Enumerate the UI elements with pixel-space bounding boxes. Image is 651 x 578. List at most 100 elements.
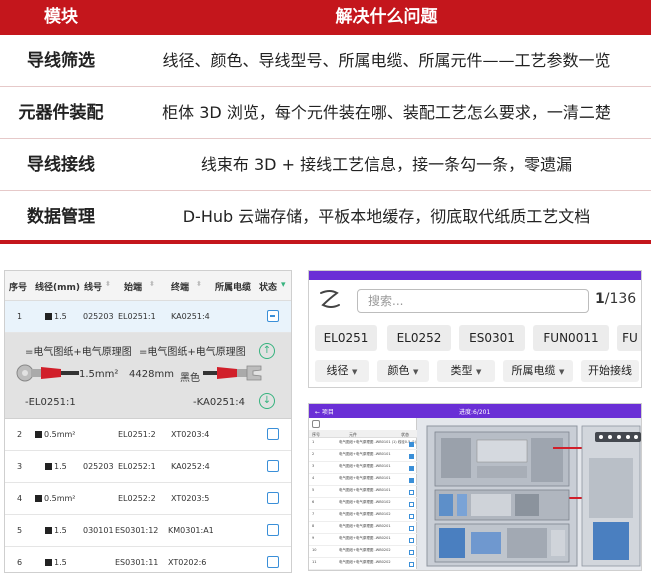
item-checkbox[interactable] bbox=[409, 526, 414, 531]
fork-terminal-icon bbox=[203, 365, 262, 381]
col-cable[interactable]: 所属电缆 bbox=[215, 280, 251, 293]
col-state: 状态 bbox=[401, 432, 409, 437]
black-swatch-icon bbox=[35, 431, 42, 438]
row-checkbox[interactable] bbox=[267, 492, 279, 504]
row-wire: 025203 bbox=[83, 312, 114, 321]
item-checkbox[interactable] bbox=[409, 502, 414, 507]
row-size: 0.5mm² bbox=[35, 494, 76, 503]
item-checkbox[interactable] bbox=[409, 562, 414, 567]
back-button[interactable]: ← 项目 bbox=[315, 407, 334, 416]
arrow-up-icon[interactable]: ↑ bbox=[259, 343, 275, 359]
row-to: XT0202:6 bbox=[168, 558, 207, 567]
table-row[interactable]: 3 1.5 025203 EL0252:1 KA0252:4 bbox=[5, 451, 291, 483]
sort-arrows-icon[interactable]: ⬍ bbox=[149, 280, 155, 288]
item-checkbox[interactable] bbox=[409, 478, 414, 483]
list-item[interactable]: 1 电气图纸+电气原理图 -WB0101 (1) 线径0.5 (1) bbox=[309, 439, 417, 450]
start-wiring-button[interactable]: 开始接线 bbox=[581, 360, 639, 382]
feature-desc: 线束布 3D + 接线工艺信息，接一条勾一条，零遗漏 bbox=[200, 155, 573, 174]
chip-es0301[interactable]: ES0301 bbox=[459, 325, 525, 351]
list-item[interactable]: 4 电气图纸+电气原理图 -WB0101 bbox=[309, 475, 417, 486]
col-state[interactable]: 状态 bbox=[259, 280, 277, 293]
row-size: 1.5 bbox=[45, 558, 67, 567]
caret-down-icon: ▼ bbox=[352, 368, 358, 376]
row-to: XT0203:4 bbox=[171, 430, 210, 439]
row-to: KA0252:4 bbox=[171, 462, 210, 471]
table-row[interactable]: 4 0.5mm² EL0252:2 XT0203:5 bbox=[5, 483, 291, 515]
row-no: 1 bbox=[17, 312, 23, 321]
row-from: EL0252:1 bbox=[118, 462, 156, 471]
row-from: EL0252:2 bbox=[118, 494, 156, 503]
row-checkbox[interactable] bbox=[267, 310, 279, 322]
filter-color[interactable]: 颜色 ▼ bbox=[377, 360, 429, 382]
row-from: EL0251:1 bbox=[118, 312, 156, 321]
row-size: 1.5 bbox=[45, 462, 67, 471]
list-item[interactable]: 10 电气图纸+电气原理图 -WB0202 bbox=[309, 547, 417, 558]
item-checkbox[interactable] bbox=[409, 454, 414, 459]
col-to[interactable]: 终端 bbox=[171, 280, 189, 293]
item-checkbox[interactable] bbox=[409, 466, 414, 471]
col-no[interactable]: 序号 bbox=[9, 280, 27, 293]
row-checkbox[interactable] bbox=[267, 428, 279, 440]
list-item[interactable]: 7 电气图纸+电气原理图 -WB0102 bbox=[309, 511, 417, 522]
chip-fun0011[interactable]: FUN0011 bbox=[533, 325, 609, 351]
filter-type[interactable]: 类型 ▼ bbox=[437, 360, 495, 382]
item-checkbox[interactable] bbox=[409, 490, 414, 495]
list-item[interactable]: 9 电气图纸+电气原理图 -WB0201 bbox=[309, 535, 417, 546]
table-row[interactable]: 5 1.5 030101 ES0301:12 KM0301:A1 bbox=[5, 515, 291, 547]
col-size[interactable]: 线径(mm) bbox=[35, 280, 80, 293]
col-from[interactable]: 始端 bbox=[124, 280, 142, 293]
search-input[interactable]: 搜索... bbox=[357, 289, 589, 313]
caret-down-icon: ▼ bbox=[476, 368, 482, 376]
chip-el0252[interactable]: EL0252 bbox=[387, 325, 451, 351]
feature-row-assembly: 元器件装配 柜体 3D 浏览，每个元件装在哪、装配工艺怎么要求，一清二楚 bbox=[0, 87, 651, 139]
item-checkbox[interactable] bbox=[409, 538, 414, 543]
black-swatch-icon bbox=[45, 313, 52, 320]
table-row[interactable]: 6 1.5 ES0301:11 XT0202:6 bbox=[5, 547, 291, 572]
page-indicator: 1/136 bbox=[595, 291, 637, 307]
status-bar bbox=[309, 271, 641, 280]
row-checkbox[interactable] bbox=[267, 556, 279, 568]
list-item[interactable]: 2 电气图纸+电气原理图 -WB0101 bbox=[309, 451, 417, 462]
arrow-down-icon[interactable]: ↓ bbox=[259, 393, 275, 409]
row-no: 5 bbox=[17, 526, 23, 535]
table-row[interactable]: 2 0.5mm² EL0251:2 XT0203:4 bbox=[5, 419, 291, 451]
chip-el0251[interactable]: EL0251 bbox=[315, 325, 377, 351]
item-checkbox[interactable] bbox=[409, 442, 414, 447]
feature-name: 数据管理 bbox=[27, 207, 95, 227]
black-swatch-icon bbox=[35, 495, 42, 502]
component-list: 序号 元件 状态 1 电气图纸+电气原理图 -WB0101 (1) 线径0.5 (… bbox=[309, 418, 417, 570]
sort-arrows-icon[interactable]: ⬍ bbox=[196, 280, 202, 288]
filter-cable[interactable]: 所属电缆 ▼ bbox=[503, 360, 573, 382]
row-checkbox[interactable] bbox=[267, 460, 279, 472]
cabinet-3d-model[interactable] bbox=[417, 418, 642, 571]
grid-icon[interactable] bbox=[312, 420, 320, 428]
filter-caret-icon[interactable]: ▾ bbox=[281, 280, 286, 290]
row-no: 2 bbox=[17, 430, 23, 439]
col-component: 元件 bbox=[349, 432, 357, 437]
row-size: 0.5mm² bbox=[35, 430, 76, 439]
list-item[interactable]: 6 电气图纸+电气原理图 -WB0102 bbox=[309, 499, 417, 510]
row-to: KA0251:4 bbox=[171, 312, 210, 321]
table-bottom-rule bbox=[0, 240, 651, 244]
item-checkbox[interactable] bbox=[409, 514, 414, 519]
black-swatch-icon bbox=[45, 527, 52, 534]
item-checkbox[interactable] bbox=[409, 550, 414, 555]
row-checkbox[interactable] bbox=[267, 524, 279, 536]
filter-size[interactable]: 线径 ▼ bbox=[315, 360, 369, 382]
chip-fu[interactable]: FU bbox=[617, 325, 641, 351]
black-swatch-icon bbox=[45, 463, 52, 470]
list-item[interactable]: 8 电气图纸+电气原理图 -WB0201 bbox=[309, 523, 417, 534]
row-wire: 025203 bbox=[83, 462, 114, 471]
detail-to-label: -KA0251:4 bbox=[193, 397, 246, 408]
detail-left-ref: =电气图纸+电气原理图 bbox=[25, 347, 132, 358]
table-row[interactable]: 1 1.5 025203 EL0251:1 KA0251:4 bbox=[5, 301, 291, 333]
row-size: 1.5 bbox=[45, 312, 67, 321]
search-panel-screen: 搜索... 1/136 EL0251 EL0252 ES0301 FUN0011… bbox=[308, 270, 642, 388]
wire-list-screen: 序号 线径(mm) 线号 ⬍ 始端 ⬍ 终端 ⬍ 所属电缆 状态 ▾ 1 1.5… bbox=[4, 270, 292, 573]
col-wire[interactable]: 线号 bbox=[84, 280, 102, 293]
list-item[interactable]: 11 电气图纸+电气原理图 -WB0202 bbox=[309, 559, 417, 570]
list-item[interactable]: 3 电气图纸+电气原理图 -WB0101 bbox=[309, 463, 417, 474]
wire-detail-panel: =电气图纸+电气原理图 =电气图纸+电气原理图 ↑ 1.5mm² 4428mm … bbox=[5, 333, 291, 419]
sort-arrows-icon[interactable]: ⬍ bbox=[105, 280, 111, 288]
list-item[interactable]: 5 电气图纸+电气原理图 -WB0101 bbox=[309, 487, 417, 498]
